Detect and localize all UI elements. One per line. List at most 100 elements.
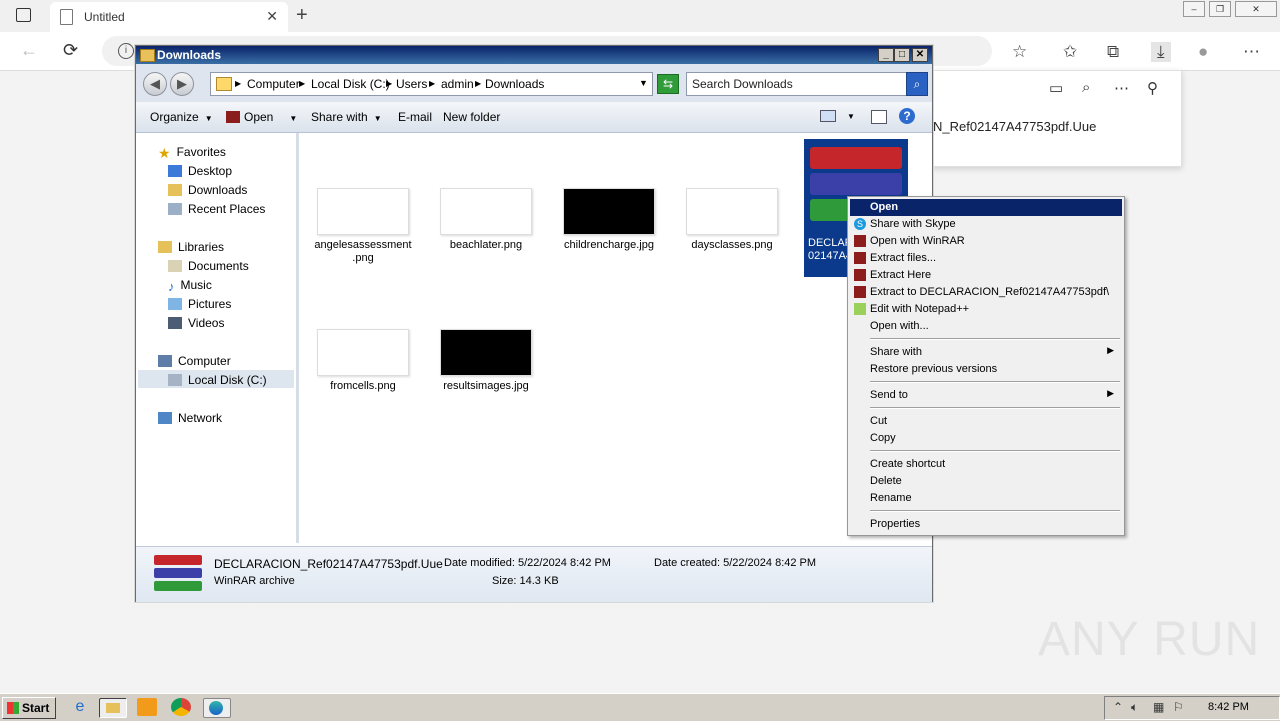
menu-item-properties[interactable]: Properties (850, 516, 1122, 533)
file-item[interactable]: resultsimages.jpg (430, 329, 542, 393)
close-button[interactable]: ✕ (912, 48, 928, 62)
menu-item-rename[interactable]: Rename (850, 490, 1122, 507)
network-icon[interactable]: ▦ (1153, 700, 1164, 714)
menu-item-edit-notepad[interactable]: Edit with Notepad++ (850, 301, 1122, 318)
file-item[interactable]: beachlater.png (430, 188, 542, 252)
downloads-icon[interactable]: ⤓ (1151, 42, 1171, 62)
help-icon[interactable]: ? (899, 108, 915, 124)
submenu-arrow-icon: ▶ (1107, 388, 1114, 398)
explorer-taskbar-icon[interactable] (99, 698, 127, 718)
context-menu: Open S Share with Skype Open with WinRAR … (847, 196, 1125, 536)
pin-icon[interactable]: ⚲ (1147, 79, 1158, 97)
profile-avatar[interactable]: ● (1198, 42, 1208, 62)
recent-places-icon (168, 203, 182, 215)
media-player-icon[interactable] (137, 698, 157, 716)
file-item[interactable]: angelesassessment .png (307, 188, 419, 265)
collections-icon[interactable]: ⧉ (1107, 42, 1119, 62)
minimize-button[interactable]: _ (878, 48, 894, 62)
file-item[interactable]: fromcells.png (307, 329, 419, 393)
more-options-icon[interactable]: ⋯ (1243, 42, 1260, 62)
new-folder-button[interactable]: New folder (443, 110, 500, 124)
chrome-icon[interactable] (171, 698, 191, 716)
view-icon[interactable] (820, 110, 836, 122)
menu-item-open[interactable]: Open (850, 199, 1122, 216)
add-favorite-icon[interactable]: ☆ (1012, 42, 1027, 62)
preview-pane-icon[interactable] (871, 110, 887, 124)
nav-local-disk[interactable]: Local Disk (C:) (168, 373, 267, 387)
file-name: beachlater.png (449, 239, 523, 251)
nav-pictures[interactable]: Pictures (168, 297, 231, 311)
edge-taskbar-icon[interactable] (203, 698, 231, 718)
back-icon[interactable]: ← (20, 40, 38, 61)
search-icon[interactable]: ⌕ (1082, 79, 1090, 96)
menu-item-open-winrar[interactable]: Open with WinRAR (850, 233, 1122, 250)
nav-computer[interactable]: Computer (158, 354, 231, 368)
download-item-name[interactable]: N_Ref02147A47753pdf.Uue (933, 119, 1096, 134)
back-icon[interactable]: ◀ (143, 72, 167, 96)
nav-music[interactable]: ♪ Music (168, 278, 212, 294)
breadcrumb-admin[interactable]: admin (441, 77, 474, 91)
breadcrumb[interactable]: ▶ Computer ▶ Local Disk (C:) ▶ Users ▶ a… (210, 72, 653, 96)
nav-recent-places[interactable]: Recent Places (168, 202, 265, 216)
more-icon[interactable]: ⋯ (1114, 79, 1129, 97)
open-button[interactable]: Open ▼ (226, 110, 297, 124)
menu-item-delete[interactable]: Delete (850, 473, 1122, 490)
flag-icon[interactable]: ⚐ (1173, 700, 1184, 714)
email-button[interactable]: E-mail (398, 110, 432, 124)
minimize-button[interactable]: – (1183, 1, 1205, 17)
restore-button[interactable]: ❐ (1209, 1, 1231, 17)
nav-documents[interactable]: Documents (168, 259, 249, 273)
file-item[interactable]: childrencharge.jpg (553, 188, 665, 252)
breadcrumb-downloads[interactable]: Downloads (485, 77, 544, 91)
close-button[interactable]: ✕ (1235, 1, 1277, 17)
forward-icon[interactable]: ▶ (170, 72, 194, 96)
file-item[interactable]: daysclasses.png (676, 188, 788, 252)
maximize-button[interactable]: □ (894, 48, 910, 62)
menu-item-extract-here[interactable]: Extract Here (850, 267, 1122, 284)
breadcrumb-local-disk[interactable]: Local Disk (C:) (311, 77, 390, 91)
browser-tab[interactable]: Untitled ✕ (50, 2, 288, 32)
menu-item-share-with[interactable]: Share with ▶ (850, 344, 1122, 361)
info-icon[interactable]: i (118, 43, 134, 59)
menu-item-open-with[interactable]: Open with... (850, 318, 1122, 335)
organize-button[interactable]: Organize ▼ (150, 110, 213, 124)
refresh-icon[interactable]: ⇆ (657, 74, 679, 94)
open-folder-icon[interactable]: ▭ (1049, 79, 1063, 97)
nav-favorites[interactable]: ★ Favorites (158, 145, 226, 161)
system-tray: ⌃ 🔈︎ ▦ ⚐ (1104, 696, 1280, 720)
view-dropdown-icon[interactable]: ▼ (847, 112, 855, 121)
volume-icon[interactable]: 🔈︎ (1131, 700, 1138, 715)
menu-item-send-to[interactable]: Send to ▶ (850, 387, 1122, 404)
dropdown-icon[interactable]: ▼ (639, 78, 648, 88)
menu-item-share-skype[interactable]: S Share with Skype (850, 216, 1122, 233)
search-icon[interactable]: ⌕ (906, 72, 928, 96)
favorites-icon[interactable]: ✩ (1063, 42, 1077, 62)
nav-desktop[interactable]: Desktop (168, 164, 232, 178)
nav-downloads[interactable]: Downloads (168, 183, 247, 197)
menu-item-restore-versions[interactable]: Restore previous versions (850, 361, 1122, 378)
anyrun-watermark: ANY RUN (1038, 613, 1261, 666)
star-icon: ★ (158, 145, 171, 161)
search-input[interactable]: Search Downloads (686, 72, 908, 96)
sidebar-toggle-icon[interactable] (16, 8, 31, 22)
tab-close-button[interactable]: ✕ (266, 8, 278, 25)
new-tab-button[interactable]: + (296, 4, 308, 27)
nav-videos[interactable]: Videos (168, 316, 224, 330)
file-name: angelesassessment .png (314, 239, 412, 264)
nav-network[interactable]: Network (158, 411, 222, 425)
file-name: daysclasses.png (691, 239, 773, 251)
nav-libraries[interactable]: Libraries (158, 240, 224, 254)
start-button[interactable]: Start (2, 697, 56, 719)
breadcrumb-computer[interactable]: Computer (247, 77, 300, 91)
menu-item-copy[interactable]: Copy (850, 430, 1122, 447)
refresh-icon[interactable]: ⟳ (63, 40, 78, 61)
image-thumbnail (440, 329, 532, 376)
menu-item-create-shortcut[interactable]: Create shortcut (850, 456, 1122, 473)
menu-item-extract-to[interactable]: Extract to DECLARACION_Ref02147A47753pdf… (850, 284, 1122, 301)
tray-arrow-icon[interactable]: ⌃ (1113, 700, 1123, 714)
menu-item-cut[interactable]: Cut (850, 413, 1122, 430)
breadcrumb-users[interactable]: Users (396, 77, 427, 91)
menu-item-extract-files[interactable]: Extract files... (850, 250, 1122, 267)
share-with-button[interactable]: Share with ▼ (311, 110, 382, 124)
internet-explorer-icon[interactable]: e (70, 698, 90, 716)
